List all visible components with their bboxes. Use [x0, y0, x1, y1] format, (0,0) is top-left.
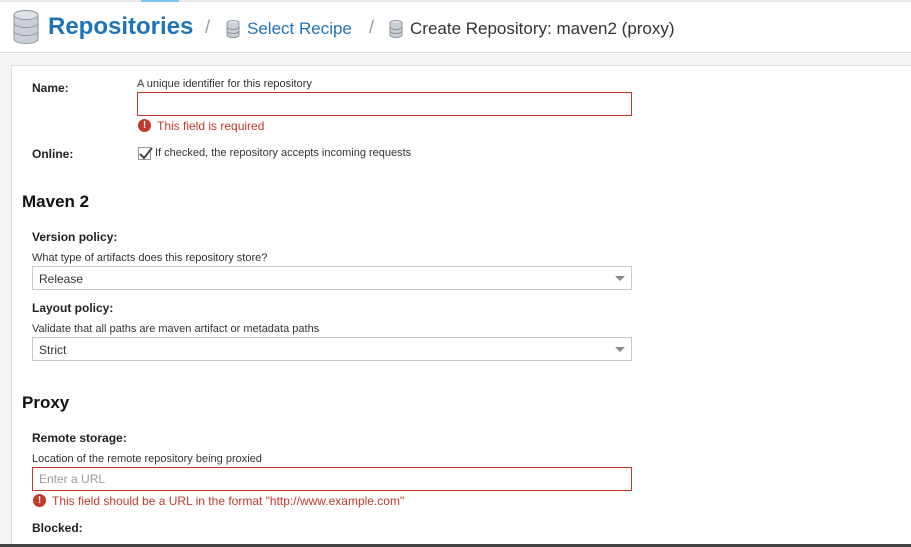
- version-policy-select[interactable]: Release: [32, 266, 632, 290]
- chevron-down-icon: [615, 276, 625, 281]
- name-help: A unique identifier for this repository: [137, 78, 312, 90]
- breadcrumb-separator: /: [205, 17, 211, 37]
- name-label: Name:: [32, 81, 69, 95]
- maven-section-title: Maven 2: [22, 192, 90, 211]
- database-icon: [226, 20, 240, 38]
- version-policy-label: Version policy:: [32, 230, 118, 244]
- error-icon: !: [138, 119, 151, 132]
- name-error: This field is required: [157, 119, 265, 133]
- online-label: Online:: [32, 147, 74, 161]
- breadcrumb: Repositories / Select Recipe / Create Re…: [0, 2, 911, 53]
- breadcrumb-current: Create Repository: maven2 (proxy): [410, 19, 675, 38]
- blocked-label: Blocked:: [32, 521, 83, 535]
- chevron-down-icon: [615, 347, 625, 352]
- version-policy-value: Release: [39, 272, 84, 286]
- layout-policy-select[interactable]: Strict: [32, 337, 632, 361]
- name-input[interactable]: [137, 92, 632, 116]
- database-icon: [13, 10, 39, 44]
- proxy-section-title: Proxy: [22, 393, 70, 412]
- breadcrumb-separator: /: [369, 17, 375, 37]
- online-help: If checked, the repository accepts incom…: [155, 147, 412, 159]
- remote-storage-label: Remote storage:: [32, 431, 127, 445]
- remote-storage-error: This field should be a URL in the format…: [52, 494, 405, 508]
- remote-storage-placeholder: Enter a URL: [39, 472, 106, 486]
- online-checkbox[interactable]: [138, 147, 153, 160]
- breadcrumb-repositories[interactable]: Repositories: [48, 13, 193, 41]
- remote-storage-help: Location of the remote repository being …: [32, 453, 262, 465]
- database-icon: [389, 20, 403, 38]
- layout-policy-value: Strict: [39, 343, 67, 357]
- version-policy-help: What type of artifacts does this reposit…: [32, 252, 268, 264]
- layout-policy-help: Validate that all paths are maven artifa…: [32, 323, 320, 335]
- check-icon: [139, 147, 153, 160]
- layout-policy-label: Layout policy:: [32, 301, 114, 315]
- remote-storage-input[interactable]: Enter a URL: [32, 467, 632, 491]
- breadcrumb-select-recipe[interactable]: Select Recipe: [247, 19, 352, 39]
- error-icon: !: [33, 494, 46, 507]
